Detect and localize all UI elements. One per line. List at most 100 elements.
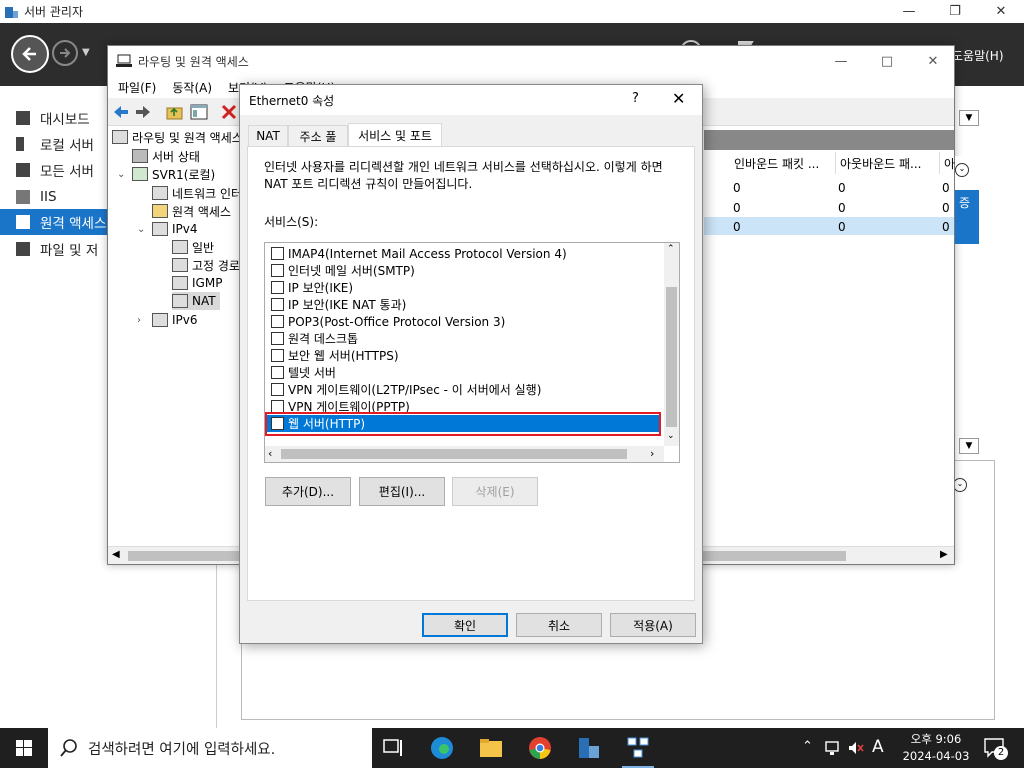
tree-ipv4[interactable]: ⌄ IPv4	[137, 220, 198, 238]
selected-list-row[interactable]	[704, 217, 954, 235]
history-dropdown-icon[interactable]: ▼	[82, 47, 90, 58]
add-button[interactable]: 추가(D)...	[265, 477, 351, 506]
maximize-button[interactable]: ❐	[932, 0, 978, 23]
service-checkbox[interactable]	[271, 383, 284, 396]
menu-action[interactable]: 동작(A)	[172, 79, 212, 96]
expand-icon[interactable]: ⌄	[953, 478, 967, 492]
tree-nat[interactable]: NAT	[172, 292, 220, 310]
nav-all-servers[interactable]: 모든 서버	[0, 157, 107, 183]
delete-button[interactable]: 삭제(E)	[452, 477, 538, 506]
tree-ipv6[interactable]: › IPv6	[137, 311, 198, 329]
nav-dashboard[interactable]: 대시보드	[0, 105, 107, 131]
forward-icon[interactable]	[134, 104, 152, 120]
tree-server-status[interactable]: 서버 상태	[132, 147, 200, 165]
windows-start-icon[interactable]	[16, 740, 32, 756]
nav-iis[interactable]: IIS	[0, 184, 107, 210]
edit-button[interactable]: 편집(I)...	[359, 477, 445, 506]
scroll-up-icon[interactable]: ⌃	[667, 244, 675, 254]
services-horizontal-scrollbar[interactable]: ‹ ›	[265, 446, 664, 462]
service-checkbox[interactable]	[271, 349, 284, 362]
task-view-icon[interactable]	[381, 736, 405, 760]
service-checkbox[interactable]	[271, 366, 284, 379]
collapsed-chevron-icon[interactable]: ›	[137, 315, 141, 326]
tree-remote-access[interactable]: 원격 액세스	[152, 202, 231, 220]
ime-indicator[interactable]: A	[872, 737, 884, 757]
nav-local-server[interactable]: 로컬 서버	[0, 131, 107, 157]
column-truncated[interactable]: 아	[940, 152, 955, 174]
rras-minimize-button[interactable]: —	[818, 50, 864, 73]
service-item[interactable]: POP3(Post-Office Protocol Version 3)	[265, 313, 665, 330]
scroll-left-icon[interactable]: ◀	[112, 549, 120, 560]
service-checkbox[interactable]	[271, 298, 284, 311]
ok-button[interactable]: 확인	[422, 613, 508, 637]
tasks-dropdown-icon[interactable]: ▼	[959, 438, 979, 454]
close-button[interactable]: ✕	[978, 0, 1024, 23]
apply-button[interactable]: 적용(A)	[610, 613, 696, 637]
minimize-button[interactable]: —	[886, 0, 932, 23]
tree-general[interactable]: 일반	[172, 238, 214, 256]
taskbar-clock[interactable]: 오후 9:06 2024-04-03	[896, 731, 976, 765]
service-item[interactable]: IP 보안(IKE NAT 통과)	[265, 296, 665, 313]
taskbar-search-box[interactable]: 검색하려면 여기에 입력하세요.	[48, 728, 372, 768]
service-checkbox[interactable]	[271, 315, 284, 328]
column-outbound-packets[interactable]: 아웃바운드 패...	[836, 152, 940, 174]
service-item[interactable]: IP 보안(IKE)	[265, 279, 665, 296]
rras-close-button[interactable]: ✕	[910, 50, 956, 73]
tree-network-interfaces[interactable]: 네트워크 인터	[152, 184, 242, 202]
tree-server[interactable]: ⌄ SVR1(로컬)	[117, 165, 215, 183]
service-item[interactable]: 텔넷 서버	[265, 364, 665, 381]
scroll-right-icon[interactable]: ▶	[940, 549, 948, 560]
service-item[interactable]: 원격 데스크톱	[265, 330, 665, 347]
service-checkbox[interactable]	[271, 281, 284, 294]
back-icon[interactable]	[112, 104, 130, 120]
tab-services-ports[interactable]: 서비스 및 포트	[348, 123, 442, 147]
network-icon[interactable]	[824, 740, 842, 756]
service-item[interactable]: VPN 게이트웨이(L2TP/IPsec - 이 서버에서 실행)	[265, 381, 665, 398]
service-checkbox[interactable]	[271, 264, 284, 277]
tree-static-routes[interactable]: 고정 경로	[172, 256, 240, 274]
menu-file[interactable]: 파일(F)	[118, 79, 156, 96]
column-inbound-packets[interactable]: 인바운드 패킷 ...	[730, 152, 836, 174]
service-item[interactable]: 인터넷 메일 서버(SMTP)	[265, 262, 665, 279]
dialog-help-button[interactable]: ?	[632, 91, 639, 106]
nav-file-storage[interactable]: 파일 및 저	[0, 236, 107, 262]
services-vertical-scrollbar[interactable]: ⌃ ⌄	[664, 243, 679, 446]
chrome-icon[interactable]	[528, 736, 552, 760]
help-menu[interactable]: 도움말(H)	[952, 47, 1004, 64]
scroll-thumb[interactable]	[281, 449, 627, 459]
service-checkbox[interactable]	[271, 332, 284, 345]
cancel-button[interactable]: 취소	[516, 613, 602, 637]
server-manager-taskbar-icon[interactable]	[577, 736, 601, 760]
expand-icon[interactable]: ⌄	[955, 163, 969, 177]
forward-arrow-icon[interactable]	[52, 40, 78, 66]
list-cell: 0	[942, 181, 950, 195]
service-item[interactable]: 보안 웹 서버(HTTPS)	[265, 347, 665, 364]
back-arrow-icon[interactable]	[11, 35, 49, 73]
scroll-thumb[interactable]	[666, 287, 677, 427]
rras-maximize-button[interactable]: □	[864, 50, 910, 73]
tasks-dropdown-icon[interactable]: ▼	[959, 110, 979, 126]
scroll-left-icon[interactable]: ‹	[268, 447, 272, 460]
nav-remote-access[interactable]: 원격 액세스	[0, 209, 107, 235]
tree-igmp[interactable]: IGMP	[172, 274, 222, 292]
show-hidden-icons-chevron-icon[interactable]: ⌃	[802, 739, 813, 754]
service-item[interactable]: IMAP4(Internet Mail Access Protocol Vers…	[265, 245, 665, 262]
tree-label: 일반	[192, 240, 215, 255]
rras-taskbar-icon[interactable]	[626, 736, 650, 760]
tree-root[interactable]: 라우팅 및 원격 액세스	[112, 128, 243, 146]
tab-address-pool[interactable]: 주소 풀	[288, 125, 348, 146]
tree-label: 고정 경로	[192, 258, 240, 273]
delete-icon[interactable]	[220, 104, 238, 120]
scroll-right-icon[interactable]: ›	[650, 447, 654, 460]
expanded-chevron-icon[interactable]: ⌄	[117, 169, 125, 180]
edge-icon[interactable]	[430, 736, 454, 760]
service-checkbox[interactable]	[271, 247, 284, 260]
file-explorer-icon[interactable]	[479, 736, 503, 760]
show-hide-tree-icon[interactable]	[190, 104, 208, 120]
volume-muted-icon[interactable]	[847, 740, 865, 756]
dialog-close-button[interactable]: ✕	[672, 89, 685, 108]
expanded-chevron-icon[interactable]: ⌄	[137, 224, 145, 235]
tab-nat[interactable]: NAT	[248, 125, 288, 146]
scroll-down-icon[interactable]: ⌄	[667, 431, 675, 441]
up-folder-icon[interactable]	[166, 104, 184, 120]
